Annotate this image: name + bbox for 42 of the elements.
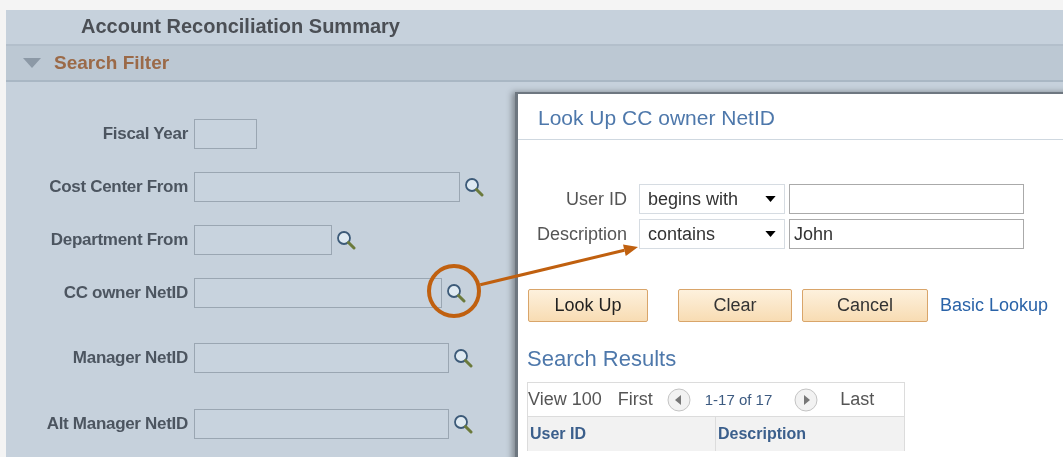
field-label: Manager NetID (71, 348, 189, 368)
operator-dropdown[interactable]: begins with (639, 184, 785, 214)
last-link[interactable]: Last (840, 389, 875, 410)
field-label: Department From (49, 230, 189, 250)
operator-dropdown[interactable]: contains (639, 219, 785, 249)
dialog-button[interactable]: Cancel (802, 289, 928, 322)
dialog-button[interactable]: Clear (678, 289, 792, 322)
previous-icon[interactable] (666, 387, 691, 412)
input-field[interactable] (194, 278, 442, 308)
field-label: Fiscal Year (101, 124, 189, 144)
caret-icon (765, 196, 776, 202)
search-icon[interactable] (336, 230, 356, 250)
view-link[interactable]: View 100 (528, 389, 602, 410)
results-title: Search Results (526, 346, 678, 372)
collapse-triangle-icon[interactable] (22, 57, 42, 69)
criteria-label: User ID (565, 188, 628, 210)
column-header[interactable]: Description (716, 417, 806, 451)
search-icon[interactable] (464, 177, 484, 197)
search-icon[interactable] (453, 414, 473, 434)
search-icon[interactable] (453, 348, 473, 368)
input-field[interactable] (789, 184, 1024, 214)
column-header[interactable]: User ID (528, 417, 716, 451)
field-label: CC owner NetID (62, 283, 189, 303)
input-field[interactable] (194, 119, 257, 149)
page-range: 1-17 of 17 (704, 391, 773, 408)
lookup-button[interactable]: Look Up (528, 289, 648, 322)
input-field[interactable] (194, 172, 460, 202)
input-field[interactable] (194, 409, 449, 439)
first-link[interactable]: First (617, 389, 653, 410)
highlight-circle (427, 264, 481, 318)
next-icon[interactable] (794, 387, 819, 412)
criteria-label: Description (535, 223, 628, 245)
field-label: Cost Center From (48, 177, 189, 197)
dialog-title: Look Up CC owner NetID (518, 94, 1063, 140)
input-field[interactable] (194, 343, 449, 373)
basic-lookup-link[interactable]: Basic Lookup (940, 295, 1049, 316)
search-icon[interactable] (446, 283, 466, 303)
input-field[interactable] (194, 225, 332, 255)
field-label: Alt Manager NetID (45, 414, 189, 434)
section-title: Search Filter (54, 52, 170, 74)
input-field[interactable]: John (789, 219, 1024, 249)
caret-icon (765, 231, 776, 237)
